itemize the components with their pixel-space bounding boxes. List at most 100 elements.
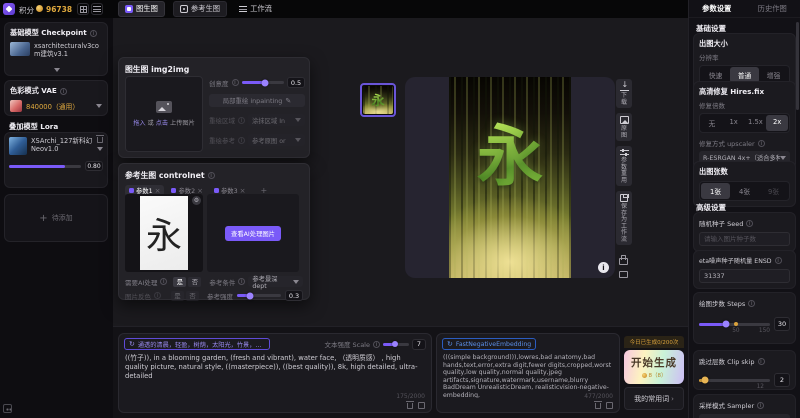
refresh-icon — [447, 340, 453, 348]
negative-expand-icon[interactable] — [606, 402, 613, 409]
reuse-params-button[interactable]: 参数重用 — [616, 146, 632, 186]
img2img-title: 图生图 img2img — [125, 64, 303, 75]
tab-img2img[interactable]: 图生图 — [118, 1, 165, 17]
redraw-ref-select[interactable]: 参考原图 or — [248, 134, 305, 146]
view-processed-button[interactable]: 查看AI处理图片 — [225, 226, 281, 241]
image-info-button[interactable] — [598, 262, 609, 273]
img2img-icon — [125, 5, 133, 13]
my-phrases-button[interactable]: 我的常用词 › — [624, 387, 684, 410]
scrollbar-thumb[interactable] — [796, 22, 799, 110]
translate-chip[interactable]: 通透的清晨，轻盈，树荫，太阳光，竹景，竹行，最佳质量 — [124, 338, 270, 350]
upload-dropzone[interactable]: 拖入 或 点击 上传图片 — [125, 76, 203, 152]
inpaint-button[interactable]: 局部重绘 inpainting — [209, 94, 305, 107]
denoise-info-icon[interactable] — [232, 79, 239, 86]
ensd-input[interactable] — [699, 269, 790, 283]
positive-clear-icon[interactable] — [407, 403, 413, 409]
tab-ref-gen[interactable]: 参考生图 — [173, 1, 227, 17]
cond-select[interactable]: 参考景深 dept — [248, 276, 303, 287]
grid-view-button[interactable] — [77, 3, 89, 15]
app-logo[interactable] — [3, 3, 15, 15]
seed-input[interactable] — [699, 232, 790, 246]
upload-click-label[interactable]: 点击 — [156, 120, 168, 127]
ensd-label-row: eta噪声种子随机量 ENSD — [699, 256, 790, 265]
add-lora-button[interactable]: 待添加 — [4, 194, 108, 242]
clip-info-icon[interactable] — [758, 358, 765, 365]
scale-info-icon[interactable] — [373, 341, 380, 348]
lora-card[interactable]: XSArchi_127新科幻Neov1.0 0.80 — [4, 132, 108, 188]
result-image[interactable]: 永 — [449, 77, 571, 278]
negative-clear-icon[interactable] — [595, 403, 601, 409]
tab-workflow[interactable]: 工作流 — [235, 2, 276, 16]
count-title: 出图张数 — [699, 167, 790, 177]
controlnet-image-box[interactable]: 永 — [125, 194, 203, 272]
positive-expand-icon[interactable] — [418, 402, 425, 409]
sampler-card: 采样模式 Sampler 综合大神推荐模式，品质稳定（DP — [693, 394, 796, 418]
lora-name: XSArchi_127新科幻Neov1.0 — [31, 137, 95, 153]
cond-value: 参考景深 dept — [252, 274, 293, 290]
refresh-icon — [129, 340, 135, 348]
multiplier-2x[interactable]: 2x — [766, 115, 788, 131]
steps-slider[interactable]: 50 150 — [699, 323, 770, 326]
sampler-select[interactable]: 综合大神推荐模式，品质稳定（DP — [699, 414, 790, 418]
invert-yes-button[interactable]: 是 — [171, 291, 184, 301]
steps-info-icon[interactable] — [748, 300, 755, 307]
feedback-buttons — [619, 258, 628, 278]
cond-info-icon[interactable] — [238, 278, 245, 285]
thumbs-down-icon[interactable] — [619, 271, 628, 278]
vae-chevron-down-icon[interactable] — [96, 104, 102, 108]
controlnet-tab-icon — [214, 188, 219, 193]
save-workflow-button[interactable]: 保存为工作流 — [616, 191, 632, 245]
add-lora-label: 待添加 — [52, 213, 73, 223]
checkpoint-title-row: 基础模型 Checkpoint — [10, 28, 102, 38]
original-image-button[interactable]: 原图 — [616, 113, 632, 141]
lora-chevron-down-icon[interactable] — [97, 147, 103, 151]
strength-slider[interactable] — [237, 294, 281, 297]
need-ai-no-button[interactable]: 否 — [188, 277, 201, 287]
thumbnail-glyph: 永 — [363, 90, 393, 109]
checkpoint-card[interactable]: 基础模型 Checkpoint xsarchitecturalv3com建筑v3… — [4, 22, 108, 76]
negative-embedding-chip[interactable]: FastNegativeEmbedding — [442, 338, 536, 350]
thumbs-up-icon[interactable] — [619, 258, 628, 265]
positive-prompt-text[interactable]: ((竹子)), in a blooming garden, (fresh and… — [119, 352, 431, 398]
clip-max-label: 12 — [757, 384, 764, 390]
multiplier-1-5x[interactable]: 1.5x — [745, 115, 767, 131]
upscaler-info-icon[interactable] — [758, 140, 765, 147]
need-ai-yes-button[interactable]: 是 — [173, 277, 186, 287]
ensd-info-icon[interactable] — [775, 257, 782, 264]
tab-history[interactable]: 历史作图 — [745, 4, 800, 14]
multiplier-1x[interactable]: 1x — [723, 115, 745, 131]
vae-info-icon[interactable] — [60, 88, 67, 95]
result-thumbnail[interactable]: 永 — [360, 83, 396, 117]
need-ai-info-icon[interactable] — [160, 278, 167, 285]
generate-button[interactable]: 开始生成 8（8） — [624, 350, 684, 384]
denoise-slider[interactable] — [242, 81, 285, 84]
invert-no-button[interactable]: 否 — [186, 291, 199, 301]
assistant-icon[interactable] — [3, 404, 12, 413]
checkpoint-info-icon[interactable] — [90, 30, 97, 37]
gear-icon[interactable] — [192, 196, 201, 205]
checkpoint-chevron-down-icon[interactable] — [54, 68, 60, 72]
seed-info-icon[interactable] — [746, 220, 753, 227]
sampler-info-icon[interactable] — [757, 402, 764, 409]
controlnet-info-icon[interactable] — [208, 172, 215, 179]
clip-slider[interactable]: 12 — [699, 379, 770, 382]
scrollbar[interactable] — [796, 22, 799, 414]
controlnet-panel: 参考生图 controlnet 参数1 参数2 参数3 永 查看AI处理图片 需… — [118, 163, 310, 300]
count-4[interactable]: 4张 — [730, 183, 759, 199]
menu-button[interactable] — [91, 3, 103, 15]
save-icon — [620, 194, 628, 202]
multiplier-none[interactable]: 无 — [701, 115, 723, 131]
need-ai-label-row: 需要AI处理 — [125, 277, 167, 287]
tab-parameters[interactable]: 参数设置 — [689, 4, 745, 14]
original-image-label: 原图 — [620, 126, 628, 139]
vae-card[interactable]: 色彩模式 VAE 840000（通用） — [4, 80, 108, 116]
count-9[interactable]: 9张 — [759, 183, 788, 199]
redraw-area-select[interactable]: 涂抹区域 In — [248, 114, 305, 126]
count-1[interactable]: 1张 — [701, 183, 730, 199]
lora-weight-slider[interactable] — [9, 165, 81, 168]
scale-slider[interactable] — [383, 343, 409, 346]
download-button[interactable]: 下载 — [616, 79, 632, 108]
sliders-icon — [620, 149, 629, 156]
negative-prompt-text[interactable]: (((simple background))),lowres,bad anato… — [437, 352, 619, 398]
lora-delete-icon[interactable] — [97, 137, 103, 143]
